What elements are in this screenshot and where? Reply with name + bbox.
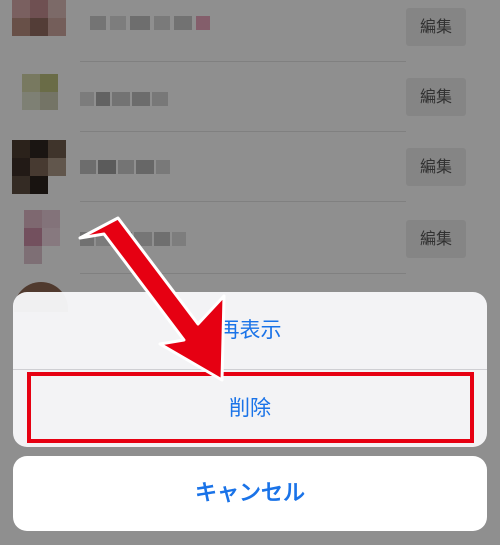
action-sheet: 再表示 削除 [13, 292, 487, 447]
delete-button[interactable]: 削除 [13, 370, 487, 447]
redisplay-button[interactable]: 再表示 [13, 292, 487, 369]
cancel-button[interactable]: キャンセル [13, 456, 487, 531]
